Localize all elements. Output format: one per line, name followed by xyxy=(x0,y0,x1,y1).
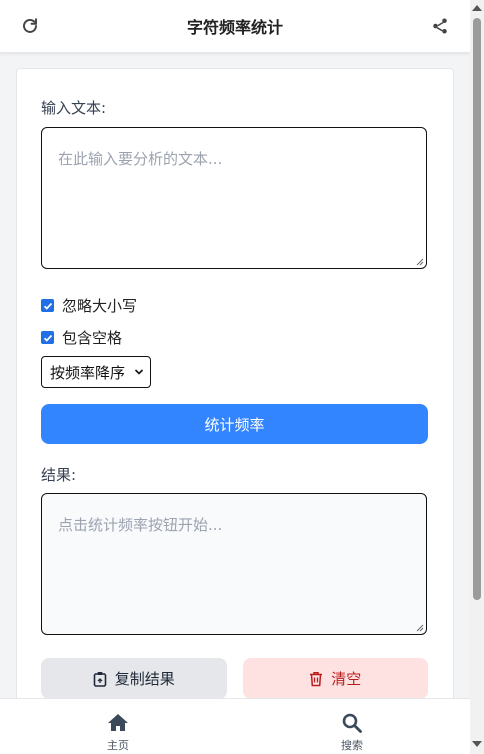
text-input[interactable]: 在此输入要分析的文本... xyxy=(41,127,427,269)
ignore-case-option[interactable]: 忽略大小写 xyxy=(41,295,137,316)
nav-home-label: 主页 xyxy=(107,739,129,752)
result-placeholder: 点击统计频率按钮开始... xyxy=(58,516,223,534)
include-spaces-label: 包含空格 xyxy=(62,329,123,347)
copy-result-label: 复制结果 xyxy=(114,670,175,688)
page-title: 字符频率统计 xyxy=(186,18,283,37)
resize-handle-icon[interactable] xyxy=(414,256,424,266)
sort-select[interactable]: 按频率降序 xyxy=(41,356,151,388)
nav-item-home[interactable]: 主页 xyxy=(88,711,148,753)
count-frequency-button[interactable]: 统计频率 xyxy=(41,404,428,444)
action-buttons: 复制结果 清空 xyxy=(41,658,428,699)
clear-button[interactable]: 清空 xyxy=(242,658,428,699)
include-spaces-option[interactable]: 包含空格 xyxy=(41,327,122,348)
scrollbar-thumb[interactable] xyxy=(473,18,481,600)
bottom-navigation: 主页 搜索 xyxy=(0,698,470,754)
ignore-case-checkbox[interactable] xyxy=(41,299,54,312)
scroll-up-icon[interactable] xyxy=(472,5,482,11)
sort-select-value: 按频率降序 xyxy=(50,363,126,382)
main-card: 输入文本: 在此输入要分析的文本... 忽略大小写 包含空格 按频率降序 统计频… xyxy=(16,68,454,710)
top-bar: 字符频率统计 xyxy=(0,0,470,53)
resize-handle-icon[interactable] xyxy=(414,622,424,632)
nav-search-label: 搜索 xyxy=(341,739,363,752)
input-placeholder: 在此输入要分析的文本... xyxy=(58,150,223,168)
input-label: 输入文本: xyxy=(41,99,107,117)
nav-item-search[interactable]: 搜索 xyxy=(322,711,382,753)
search-icon xyxy=(342,713,362,733)
result-output[interactable]: 点击统计频率按钮开始... xyxy=(41,493,427,635)
share-icon[interactable] xyxy=(428,14,452,38)
home-icon xyxy=(108,714,128,731)
clear-label: 清空 xyxy=(331,670,362,688)
ignore-case-label: 忽略大小写 xyxy=(62,297,138,315)
clipboard-icon xyxy=(93,671,107,687)
refresh-icon[interactable] xyxy=(18,14,42,38)
result-label: 结果: xyxy=(41,466,77,484)
chevron-down-icon xyxy=(134,369,144,375)
trash-icon xyxy=(310,671,323,686)
scroll-down-icon[interactable] xyxy=(472,741,482,747)
copy-result-button[interactable]: 复制结果 xyxy=(41,658,227,699)
include-spaces-checkbox[interactable] xyxy=(41,331,54,344)
